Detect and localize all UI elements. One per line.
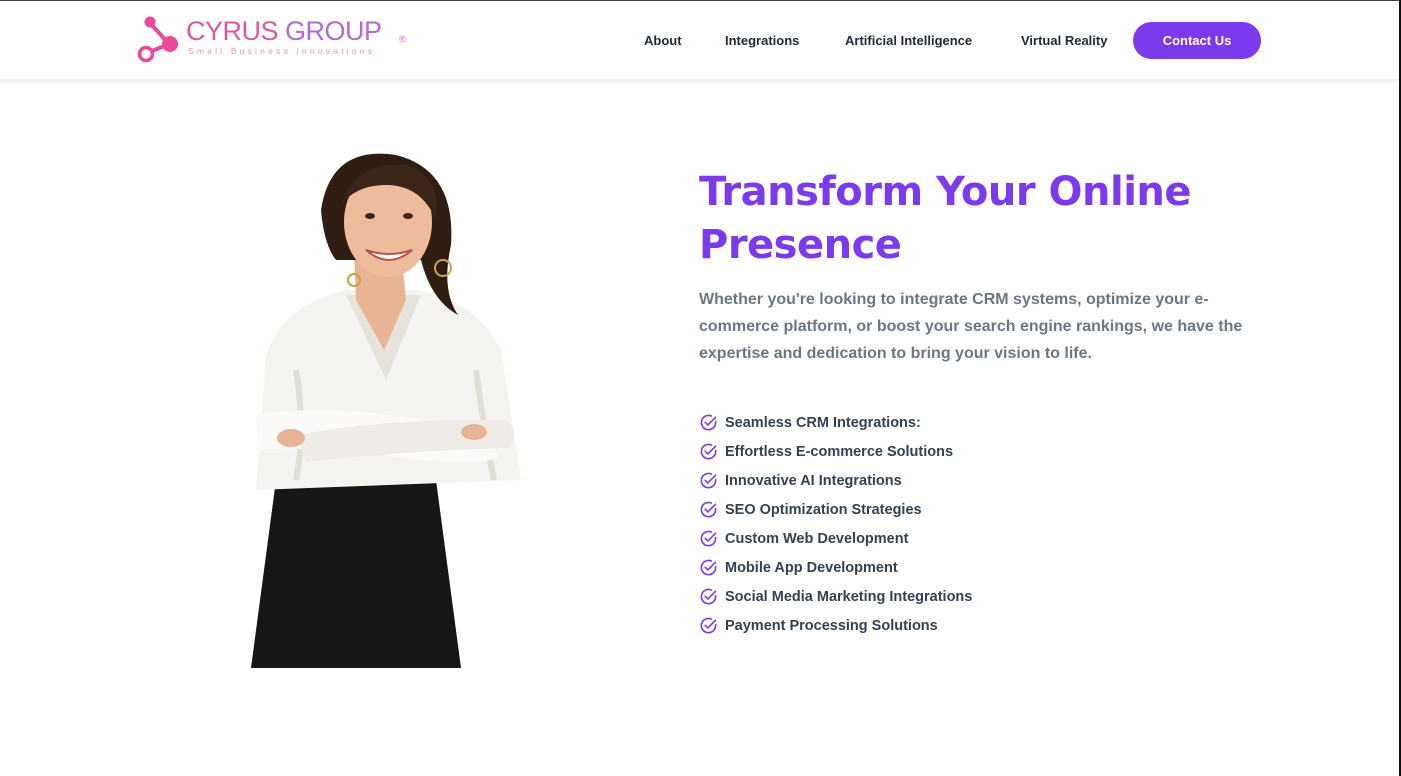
feature-item: SEO Optimization Strategies [699,495,972,524]
feature-label: Innovative AI Integrations [725,472,902,489]
site-header: CYRUS GROUP ® Small Business Innovations… [0,1,1399,79]
brand-name: CYRUS GROUP [186,16,382,47]
nav-link-integrations[interactable]: Integrations [725,33,799,48]
feature-label: Effortless E-commerce Solutions [725,443,954,460]
brand-logo[interactable]: CYRUS GROUP ® Small Business Innovations [136,14,416,64]
nav-link-about[interactable]: About [644,33,682,48]
feature-item: Innovative AI Integrations [699,466,972,495]
check-circle-icon [700,443,717,460]
businesswoman-photo [251,153,521,668]
feature-label: SEO Optimization Strategies [725,501,922,518]
registered-mark: ® [399,34,406,44]
feature-item: Custom Web Development [699,524,972,553]
feature-label: Social Media Marketing Integrations [725,588,973,605]
feature-label: Payment Processing Solutions [725,617,938,634]
feature-item: Seamless CRM Integrations: [699,408,972,437]
molecule-logo-icon [137,16,178,63]
check-circle-icon [700,588,717,605]
brand-name-part2: GROUP [278,16,382,46]
nav-link-virtual-reality[interactable]: Virtual Reality [1021,33,1107,48]
feature-label: Seamless CRM Integrations: [725,414,921,431]
feature-list: Seamless CRM Integrations: Effortless E-… [699,408,972,640]
hero-title: Transform Your Online Presence [699,169,1192,268]
check-circle-icon [700,501,717,518]
contact-us-button[interactable]: Contact Us [1133,22,1261,59]
check-circle-icon [700,559,717,576]
feature-item: Mobile App Development [699,553,972,582]
check-circle-icon [700,472,717,489]
feature-item: Effortless E-commerce Solutions [699,437,972,466]
feature-label: Custom Web Development [725,530,909,547]
hero-description: Whether you're looking to integrate CRM … [699,291,1243,362]
check-circle-icon [700,530,717,547]
feature-label: Mobile App Development [725,559,898,576]
check-circle-icon [700,414,717,431]
feature-item: Payment Processing Solutions [699,611,972,640]
feature-item: Social Media Marketing Integrations [699,582,972,611]
brand-tagline: Small Business Innovations [188,46,376,56]
nav-link-artificial-intelligence[interactable]: Artificial Intelligence [845,33,972,48]
check-circle-icon [700,617,717,634]
brand-name-part1: CYRUS [186,16,279,46]
